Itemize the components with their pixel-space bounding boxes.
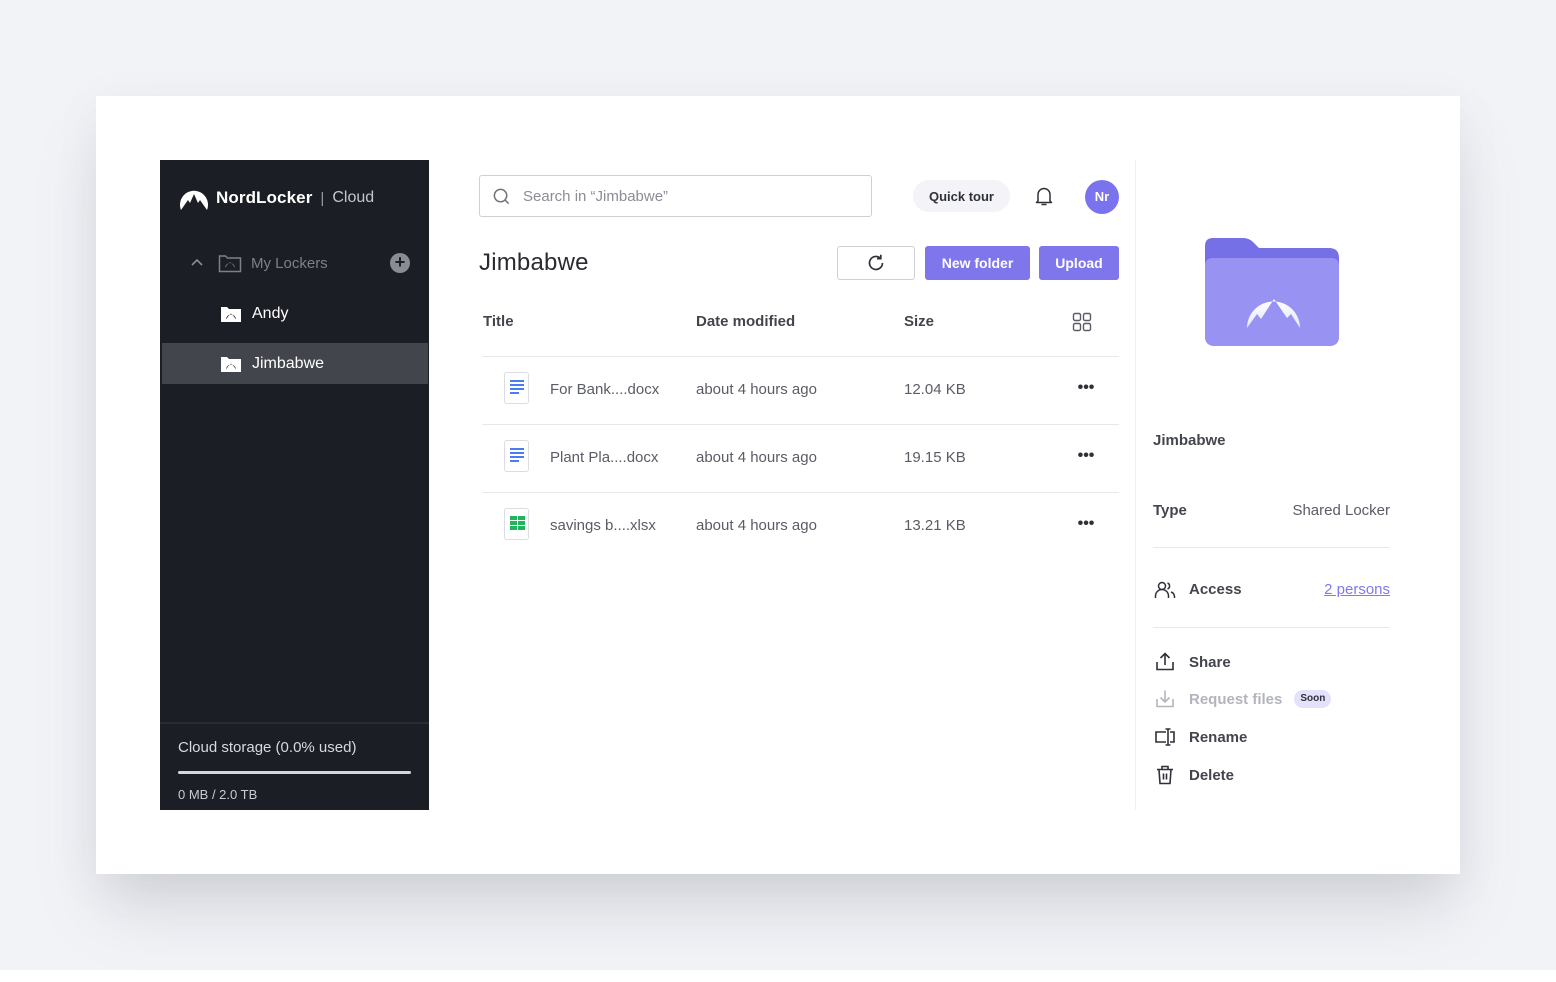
delete-label: Delete: [1189, 766, 1235, 784]
file-date: about 4 hours ago: [696, 517, 817, 534]
add-locker-button[interactable]: +: [390, 253, 410, 273]
spreadsheet-file-icon: [504, 508, 529, 540]
column-title[interactable]: Title: [483, 313, 514, 330]
rename-icon: [1155, 728, 1175, 746]
type-value: Shared Locker: [1292, 502, 1390, 519]
column-date-modified[interactable]: Date modified: [696, 313, 795, 330]
details-access-row: Access 2 persons: [1153, 575, 1390, 605]
trash-icon: [1157, 765, 1173, 785]
sidebar-item-andy[interactable]: Andy: [162, 293, 428, 334]
more-options-button[interactable]: •••: [1075, 379, 1097, 401]
access-persons-link[interactable]: 2 persons: [1324, 581, 1390, 598]
download-icon: [1156, 690, 1174, 708]
brand-name: NordLocker: [216, 188, 313, 207]
chevron-up-icon[interactable]: [188, 254, 206, 272]
locker-icon: [218, 255, 242, 273]
share-icon: [1156, 652, 1174, 671]
search-input[interactable]: [523, 187, 843, 205]
search-icon: [493, 188, 510, 204]
sidebar: NordLocker | Cloud My Lockers + Andy Jim…: [160, 160, 429, 810]
request-files-action: Request files Soon: [1153, 684, 1390, 714]
search-field[interactable]: [479, 175, 872, 217]
bell-icon[interactable]: [1031, 183, 1057, 209]
sidebar-item-jimbabwe[interactable]: Jimbabwe: [162, 343, 428, 384]
cloud-storage: Cloud storage (0.0% used) 0 MB / 2.0 TB: [160, 722, 429, 810]
brand: NordLocker | Cloud: [178, 184, 374, 212]
more-options-button[interactable]: •••: [1075, 515, 1097, 537]
divider: [1153, 627, 1390, 628]
access-label: Access: [1189, 581, 1242, 598]
storage-progress-bar: [178, 771, 411, 774]
file-size: 12.04 KB: [904, 381, 966, 398]
my-lockers-header[interactable]: My Lockers +: [188, 250, 413, 276]
panel-divider: [1135, 160, 1136, 810]
delete-action[interactable]: Delete: [1153, 760, 1390, 790]
refresh-icon: [868, 254, 884, 271]
rename-action[interactable]: Rename: [1153, 722, 1390, 752]
upload-button[interactable]: Upload: [1039, 246, 1119, 280]
table-row[interactable]: For Bank....docx about 4 hours ago 12.04…: [482, 357, 1119, 425]
nordlocker-logo-icon: [180, 190, 208, 210]
storage-amount: 0 MB / 2.0 TB: [178, 787, 258, 802]
table-row[interactable]: savings b....xlsx about 4 hours ago 13.2…: [482, 493, 1119, 561]
user-avatar[interactable]: Nr: [1085, 180, 1119, 214]
locker-label: Andy: [252, 304, 289, 322]
more-options-button[interactable]: •••: [1075, 447, 1097, 469]
table-header: Title Date modified Size: [482, 300, 1119, 357]
locker-icon: [221, 306, 241, 322]
grid-view-icon[interactable]: [1072, 312, 1092, 332]
my-lockers-label: My Lockers: [251, 254, 328, 272]
doc-file-icon: [504, 372, 529, 404]
file-name[interactable]: savings b....xlsx: [550, 517, 656, 534]
request-files-label: Request files: [1189, 690, 1283, 708]
doc-file-icon: [504, 440, 529, 472]
divider: [1153, 547, 1390, 548]
details-type-row: Type Shared Locker: [1153, 496, 1390, 526]
soon-badge: Soon: [1294, 690, 1332, 708]
share-action[interactable]: Share: [1153, 647, 1390, 677]
refresh-button[interactable]: [837, 246, 915, 280]
details-name: Jimbabwe: [1153, 432, 1226, 449]
brand-separator: |: [320, 189, 325, 207]
locker-label: Jimbabwe: [252, 354, 325, 372]
file-name[interactable]: For Bank....docx: [550, 381, 659, 398]
share-label: Share: [1189, 653, 1231, 671]
file-date: about 4 hours ago: [696, 449, 817, 466]
locker-icon: [221, 356, 241, 372]
page-title: Jimbabwe: [479, 249, 589, 276]
file-name[interactable]: Plant Pla....docx: [550, 449, 658, 466]
new-folder-button[interactable]: New folder: [925, 246, 1030, 280]
brand-product: Cloud: [332, 189, 375, 206]
rename-label: Rename: [1189, 728, 1248, 746]
type-label: Type: [1153, 502, 1187, 519]
file-date: about 4 hours ago: [696, 381, 817, 398]
table-row[interactable]: Plant Pla....docx about 4 hours ago 19.1…: [482, 425, 1119, 493]
file-size: 19.15 KB: [904, 449, 966, 466]
file-table: Title Date modified Size For Bank....doc…: [482, 300, 1119, 561]
quick-tour-button[interactable]: Quick tour: [913, 180, 1010, 212]
storage-title: Cloud storage (0.0% used): [178, 739, 357, 756]
file-size: 13.21 KB: [904, 517, 966, 534]
column-size[interactable]: Size: [904, 313, 934, 330]
shared-locker-folder-icon: [1205, 238, 1339, 346]
